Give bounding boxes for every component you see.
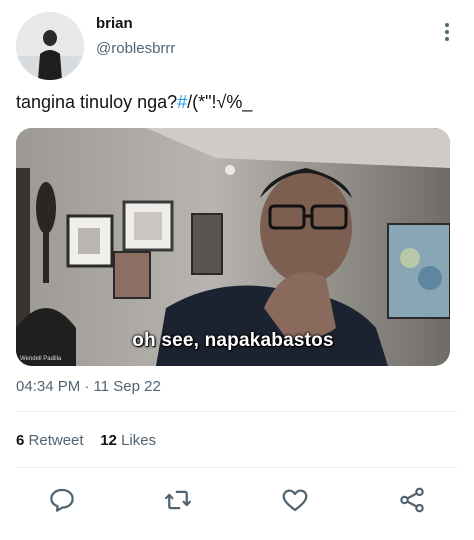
tweet-text-before: tangina tinuloy nga? — [16, 92, 178, 112]
heart-icon[interactable] — [280, 485, 310, 515]
engagement-stats: 6 Retweet 12 Likes — [16, 432, 156, 449]
share-icon[interactable] — [397, 485, 427, 515]
retweet-label: Retweet — [28, 432, 84, 449]
likes-count: 12 — [100, 432, 117, 449]
more-vertical-icon[interactable] — [436, 23, 458, 43]
hashtag-link[interactable]: # — [177, 92, 187, 112]
retweet-stat[interactable]: 6 Retweet — [16, 432, 84, 449]
author-display-name[interactable]: brian — [96, 15, 133, 32]
author-handle[interactable]: @roblesbrrr — [96, 40, 175, 57]
reply-icon[interactable] — [47, 485, 77, 515]
divider — [16, 467, 458, 468]
tweet-timestamp[interactable]: 04:34 PM · 11 Sep 22 — [16, 378, 161, 395]
retweet-icon[interactable] — [163, 485, 193, 515]
tweet-text: tangina tinuloy nga?#/(*"!√%_ — [16, 92, 252, 113]
divider — [16, 411, 458, 412]
tweet-text-after: /(*"!√%_ — [187, 92, 253, 112]
tweet-media[interactable]: oh see, napakabastos Wendell Padilla — [16, 128, 450, 366]
retweet-count: 6 — [16, 432, 25, 449]
likes-label: Likes — [121, 432, 157, 449]
media-credit: Wendell Padilla — [20, 356, 62, 362]
avatar[interactable] — [16, 12, 84, 80]
likes-stat[interactable]: 12 Likes — [100, 432, 156, 449]
media-caption: oh see, napakabastos — [132, 330, 334, 351]
tweet-actions — [0, 485, 474, 515]
